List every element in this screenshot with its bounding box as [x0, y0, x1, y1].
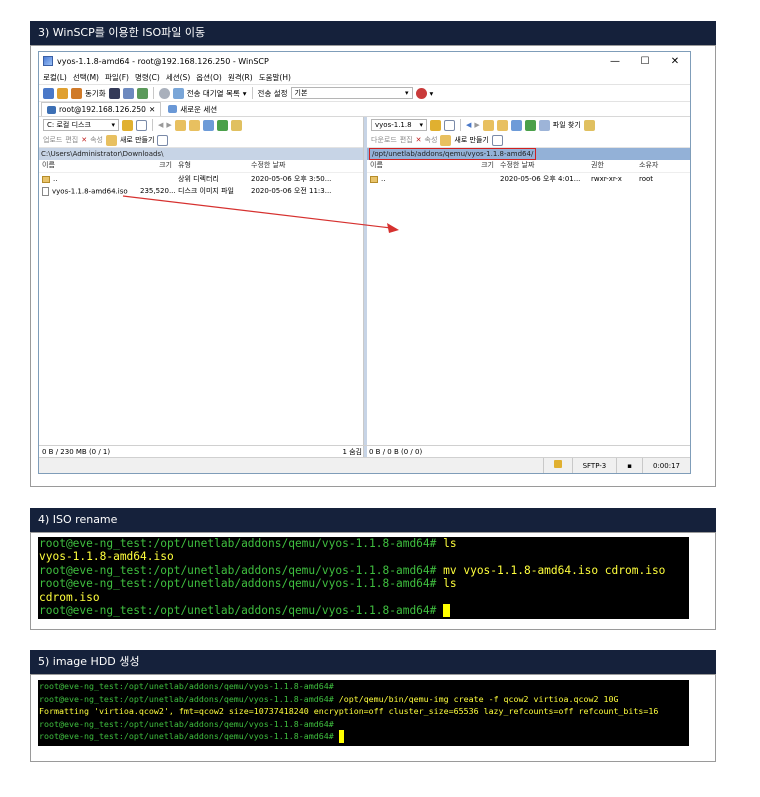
terminal-line: root@eve-ng_test:/opt/unetlab/addons/qem…: [39, 604, 689, 618]
shell-command: ls: [436, 537, 457, 550]
terminal-line: root@eve-ng_test:/opt/unetlab/addons/qem…: [39, 577, 689, 590]
status-row: 0 B / 230 MB (0 / 1) 1 숨김 0 B / 0 B (0 /…: [39, 445, 690, 457]
shell-output: Formatting 'virtioa.qcow2', fmt=qcow2 si…: [39, 706, 659, 717]
elapsed-time: 0:00:17: [642, 458, 690, 473]
shell-prompt: root@eve-ng_test:/opt/unetlab/addons/qem…: [39, 681, 334, 691]
section-title-winscp: 3) WinSCP를 이용한 ISO파일 이동: [30, 21, 716, 45]
network-cell: ▪: [616, 458, 642, 473]
shell-prompt: root@eve-ng_test:/opt/unetlab/addons/qem…: [39, 577, 437, 591]
bottom-status-bar: SFTP-3 ▪ 0:00:17: [39, 457, 690, 473]
shell-prompt: root@eve-ng_test:/opt/unetlab/addons/qem…: [39, 537, 437, 550]
shell-output: cdrom.iso: [39, 590, 100, 604]
protocol: SFTP-3: [571, 458, 617, 473]
shell-prompt: root@eve-ng_test:/opt/unetlab/addons/qem…: [39, 693, 334, 704]
lock-icon: [553, 460, 562, 468]
terminal-cursor: [338, 730, 344, 743]
remote-status: 0 B / 0 B (0 / 0): [369, 447, 423, 456]
network-icon: ▪: [627, 462, 632, 470]
terminal-line: root@eve-ng_test:/opt/unetlab/addons/qem…: [39, 680, 689, 693]
section-title-rename: 4) ISO rename: [30, 508, 716, 532]
shell-prompt: root@eve-ng_test:/opt/unetlab/addons/qem…: [39, 563, 437, 577]
shell-command: ls: [436, 577, 457, 591]
shell-prompt: root@eve-ng_test:/opt/unetlab/addons/qem…: [39, 718, 334, 729]
terminal-rename: root@eve-ng_test:/opt/unetlab/addons/qem…: [38, 537, 689, 619]
shell-output: vyos-1.1.8-amd64.iso: [39, 550, 174, 564]
shell-command: mv vyos-1.1.8-amd64.iso cdrom.iso: [436, 563, 666, 577]
terminal-line: root@eve-ng_test:/opt/unetlab/addons/qem…: [39, 718, 689, 731]
terminal-line: vyos-1.1.8-amd64.iso: [39, 550, 689, 563]
shell-prompt: root@eve-ng_test:/opt/unetlab/addons/qem…: [39, 604, 437, 618]
terminal-line: root@eve-ng_test:/opt/unetlab/addons/qem…: [39, 564, 689, 577]
section-title-hdd: 5) image HDD 생성: [30, 650, 716, 674]
terminal-line: root@eve-ng_test:/opt/unetlab/addons/qem…: [39, 730, 689, 743]
terminal-line: root@eve-ng_test:/opt/unetlab/addons/qem…: [39, 537, 689, 550]
shell-command: /opt/qemu/bin/qemu-img create -f qcow2 v…: [333, 693, 619, 704]
terminal-line: Formatting 'virtioa.qcow2', fmt=qcow2 si…: [39, 705, 689, 718]
terminal-line: root@eve-ng_test:/opt/unetlab/addons/qem…: [39, 693, 689, 706]
terminal-hdd: root@eve-ng_test:/opt/unetlab/addons/qem…: [38, 680, 689, 746]
terminal-line: cdrom.iso: [39, 591, 689, 604]
shell-prompt: root@eve-ng_test:/opt/unetlab/addons/qem…: [39, 731, 334, 742]
terminal-cursor: [443, 604, 450, 618]
hidden-count: 1 숨김: [342, 447, 362, 456]
shell-command: [436, 604, 443, 617]
local-status: 0 B / 230 MB (0 / 1): [42, 447, 111, 456]
drag-arrow: [122, 195, 399, 233]
lock-cell: [542, 458, 572, 473]
winscp-window: vyos-1.1.8-amd64 - root@192.168.126.250 …: [38, 51, 691, 474]
